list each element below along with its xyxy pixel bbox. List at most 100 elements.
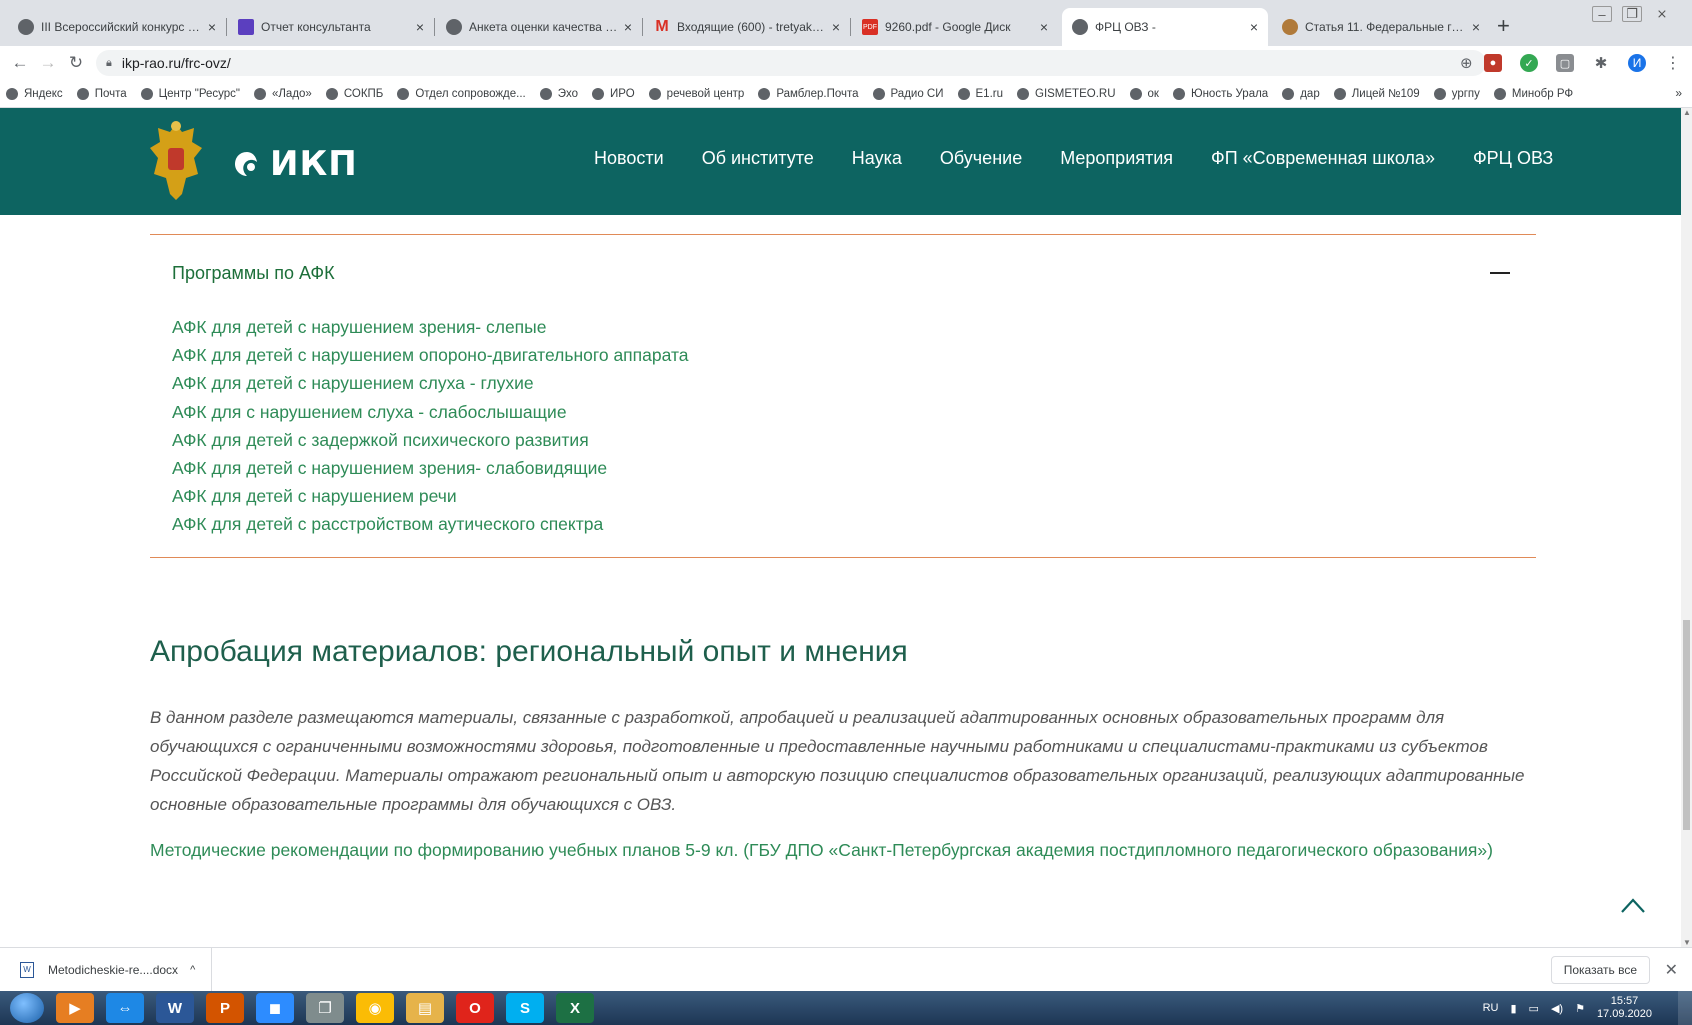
program-link[interactable]: АФК для детей с задержкой психического р… (172, 430, 589, 450)
nav-news[interactable]: Новости (594, 148, 664, 169)
display-icon[interactable]: ▭ (1529, 1002, 1539, 1015)
close-icon[interactable]: × (832, 19, 840, 35)
bookmark-item[interactable]: ок (1129, 87, 1159, 100)
browser-tab[interactable]: III Всероссийский конкурс проф × (8, 8, 226, 46)
site-logo[interactable]: ИКП (232, 144, 358, 184)
zoom-icon[interactable]: ⊕ (1460, 54, 1473, 72)
close-icon[interactable]: × (208, 19, 216, 35)
close-icon[interactable]: × (1250, 19, 1258, 35)
bookmarks-overflow-button[interactable]: » (1675, 86, 1682, 100)
forward-arrow-icon[interactable]: → (34, 53, 62, 73)
close-icon[interactable]: × (1472, 19, 1480, 35)
bookmark-item[interactable]: Рамблер.Почта (758, 87, 859, 100)
program-link[interactable]: АФК для детей с нарушением зрения- слепы… (172, 317, 546, 337)
bookmark-item[interactable]: СОКПБ (325, 87, 383, 100)
profile-avatar[interactable]: И (1628, 54, 1646, 72)
nav-education[interactable]: Обучение (940, 148, 1022, 169)
bookmark-item[interactable]: речевой центр (648, 87, 744, 100)
minimize-button[interactable]: – (1592, 6, 1612, 22)
start-button[interactable] (10, 993, 44, 1023)
collapse-minus-icon[interactable] (1490, 272, 1510, 274)
lock-icon[interactable]: 🔒︎ (106, 57, 112, 70)
language-indicator[interactable]: RU (1483, 1002, 1499, 1014)
nav-events[interactable]: Мероприятия (1060, 148, 1173, 169)
close-icon[interactable]: × (624, 19, 632, 35)
program-link[interactable]: АФК для детей с нарушением зрения- слабо… (172, 458, 607, 478)
show-desktop-button[interactable] (1678, 991, 1692, 1025)
media-player-icon[interactable]: ▶ (56, 993, 94, 1023)
word-icon[interactable]: W (156, 993, 194, 1023)
extension-check-icon[interactable]: ✓ (1520, 54, 1538, 72)
bookmark-item[interactable]: ургпу (1433, 87, 1480, 100)
system-clock[interactable]: 15:57 17.09.2020 (1597, 995, 1652, 1021)
program-link[interactable]: АФК для детей с нарушением опороно-двига… (172, 345, 689, 365)
bookmark-item[interactable]: Радио СИ (872, 87, 944, 100)
zoom-app-icon[interactable]: ◼ (256, 993, 294, 1023)
program-link[interactable]: АФК для детей с нарушением речи (172, 486, 457, 506)
opera-icon[interactable]: O (456, 993, 494, 1023)
reload-icon[interactable]: ↻ (62, 53, 90, 73)
browser-tab[interactable]: Отчет консультанта × (228, 8, 434, 46)
bookmark-item[interactable]: дар (1282, 87, 1320, 100)
flag-icon[interactable]: ⚑ (1575, 1002, 1585, 1015)
close-icon[interactable]: × (416, 19, 424, 35)
bookmark-item[interactable]: Юность Урала (1172, 87, 1268, 100)
excel-icon[interactable]: X (556, 993, 594, 1023)
network-icon[interactable]: ▮ (1510, 1002, 1516, 1015)
windows-taskbar: ▶ ⇔ W P ◼ ❐ ◉ ▤ O S X RU ▮ ▭ ◀) ⚑ 15:57 … (0, 991, 1692, 1025)
program-link[interactable]: АФК для детей с расстройством аутическог… (172, 514, 603, 534)
extension-drive-icon[interactable]: ▢ (1556, 54, 1574, 72)
browser-tab-active[interactable]: ФРЦ ОВЗ - × (1062, 8, 1268, 46)
bookmark-item[interactable]: Лицей №109 (1333, 87, 1420, 100)
bookmark-item[interactable]: Яндекс (6, 87, 63, 100)
close-icon[interactable]: × (1040, 19, 1048, 35)
nav-frc-ovz[interactable]: ФРЦ ОВЗ (1473, 148, 1553, 169)
scroll-to-top-icon[interactable] (1620, 896, 1646, 914)
restore-button[interactable]: ❐ (1622, 6, 1642, 22)
scroll-down-arrow-icon[interactable]: ▼ (1683, 938, 1691, 947)
browser-toolbar: ← → ↻ 🔒︎ ikp-rao.ru/frc-ovz/ ⊕ ☆ ● ✓ ▢ ✱… (0, 46, 1692, 80)
bookmark-item[interactable]: GISMETEO.RU (1017, 87, 1116, 100)
skype-icon[interactable]: S (506, 993, 544, 1023)
back-arrow-icon[interactable]: ← (6, 53, 34, 73)
scrollbar-thumb[interactable] (1683, 620, 1690, 830)
presentation-icon[interactable]: P (206, 993, 244, 1023)
bookmark-item[interactable]: ИРО (592, 87, 635, 100)
close-window-button[interactable]: ⨯ (1652, 6, 1672, 22)
browser-tab[interactable]: Анкета оценки качества получе × (436, 8, 642, 46)
methodical-recommendations-link[interactable]: Методические рекомендации по формировани… (150, 840, 1493, 861)
show-all-downloads-button[interactable]: Показать все (1550, 956, 1650, 984)
list-item: АФК для детей с нарушением опороно-двига… (172, 341, 689, 369)
nav-science[interactable]: Наука (852, 148, 902, 169)
bookmark-item[interactable]: Эхо (539, 87, 578, 100)
nav-modern-school[interactable]: ФП «Современная школа» (1211, 148, 1435, 169)
bookmark-item[interactable]: E1.ru (957, 87, 1003, 100)
menu-kebab-icon[interactable]: ⋮ (1664, 54, 1682, 72)
scroll-up-arrow-icon[interactable]: ▲ (1683, 108, 1691, 117)
chevron-up-icon[interactable]: ^ (190, 964, 195, 976)
file-explorer-icon[interactable]: ▤ (406, 993, 444, 1023)
download-item[interactable]: W Metodicheskie-re....docx ^ (20, 947, 213, 992)
bookmark-item[interactable]: Почта (76, 87, 127, 100)
browser-tab[interactable]: Статья 11. Федеральные госуда × (1272, 8, 1490, 46)
new-tab-button[interactable]: + (1497, 13, 1510, 39)
close-icon[interactable]: ✕ (1665, 960, 1678, 980)
window-switcher-icon[interactable]: ❐ (306, 993, 344, 1023)
address-bar[interactable]: 🔒︎ ikp-rao.ru/frc-ovz/ (96, 50, 1486, 76)
bookmark-item[interactable]: Отдел сопровожде... (397, 87, 526, 100)
browser-tab[interactable]: PDF 9260.pdf - Google Диск × (852, 8, 1058, 46)
program-link[interactable]: АФК для детей с нарушением слуха - глухи… (172, 373, 534, 393)
accordion-title[interactable]: Программы по АФК (172, 263, 335, 284)
browser-tab[interactable]: M Входящие (600) - tretyakova.resc × (644, 8, 850, 46)
bookmark-item[interactable]: «Ладо» (253, 87, 312, 100)
puzzle-icon[interactable]: ✱ (1592, 54, 1610, 72)
volume-icon[interactable]: ◀) (1551, 1002, 1563, 1015)
program-link[interactable]: АФК для с нарушением слуха - слабослышащ… (172, 402, 567, 422)
page-scrollbar[interactable]: ▲ ▼ (1681, 108, 1692, 947)
chrome-icon[interactable]: ◉ (356, 993, 394, 1023)
nav-about[interactable]: Об институте (702, 148, 814, 169)
teamviewer-icon[interactable]: ⇔ (106, 993, 144, 1023)
bookmark-item[interactable]: Минобр РФ (1493, 87, 1573, 100)
extension-shield-icon[interactable]: ● (1484, 54, 1502, 72)
bookmark-item[interactable]: Центр "Ресурс" (140, 87, 240, 100)
